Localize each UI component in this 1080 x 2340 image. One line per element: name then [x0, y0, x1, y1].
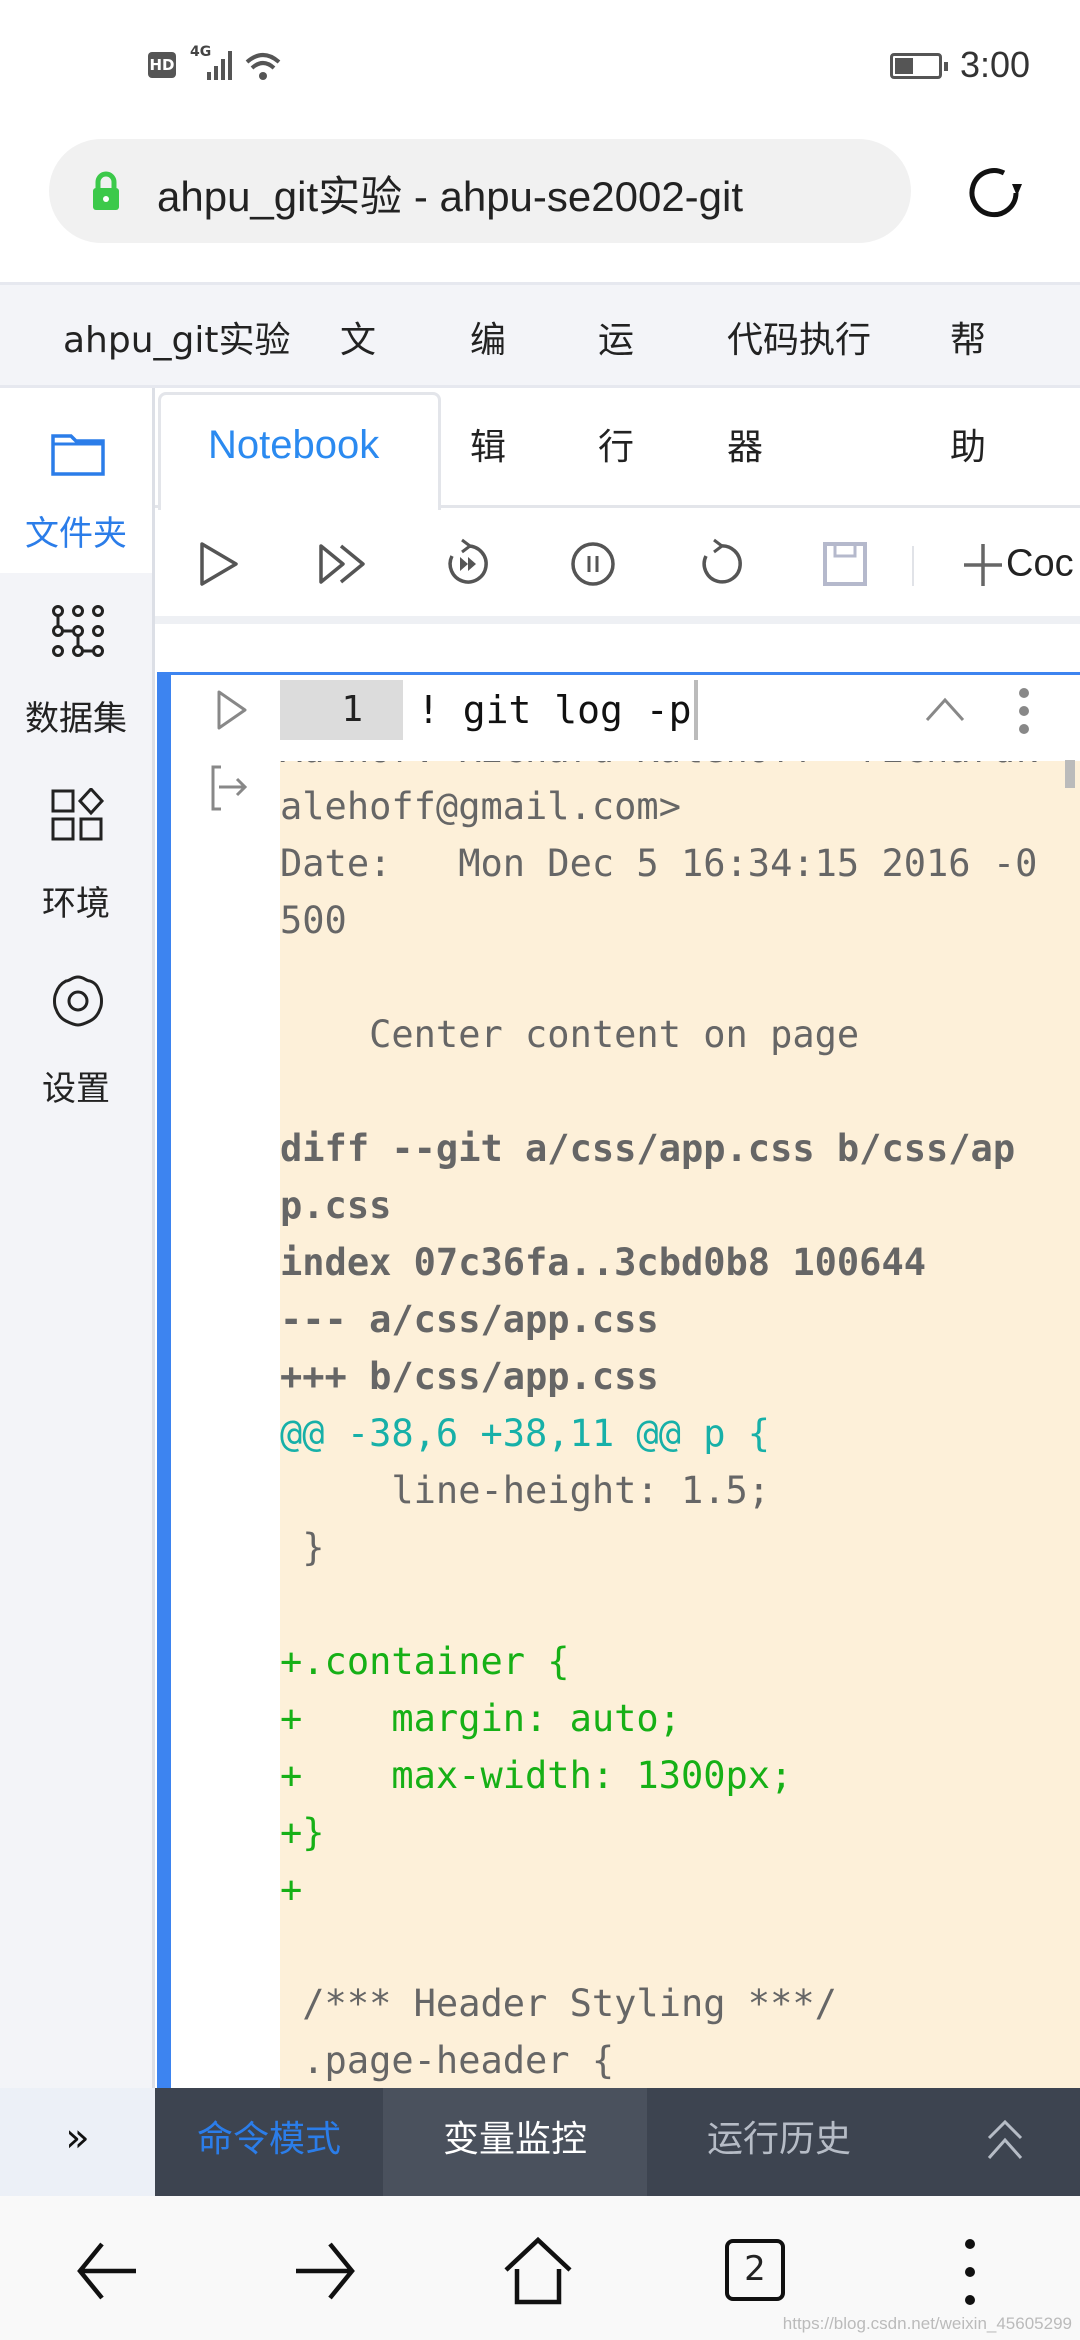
output-line: Center content on page	[280, 1013, 860, 1056]
tab-bar: Notebook 辑 行 器 助	[155, 390, 1080, 510]
battery-icon	[890, 53, 948, 79]
tab-notebook[interactable]: Notebook	[158, 392, 441, 510]
chevron-up-icon[interactable]	[923, 690, 967, 726]
run-cell-icon[interactable]	[190, 536, 246, 592]
output-line: /*** Header Styling ***/	[280, 1982, 837, 2025]
output-line: }	[280, 1526, 325, 1569]
more-menu-icon[interactable]	[935, 2236, 1005, 2306]
output-line: + margin: auto;	[280, 1697, 681, 1740]
more-vertical-icon[interactable]	[1017, 686, 1031, 736]
browser-nav-bar: 2 https://blog.csdn.net/weixin_45605299	[0, 2196, 1080, 2340]
hunk-context: p {	[680, 1412, 771, 1455]
output-line: ​	[280, 949, 1037, 1006]
sidebar-item-label: 环境	[42, 884, 110, 924]
menu-code-execution[interactable]: 代码执行	[727, 311, 871, 363]
save-icon[interactable]	[817, 536, 873, 592]
output-line: p.css	[280, 1184, 392, 1227]
cell-input: 1 ! git log -p	[171, 680, 1080, 758]
output-line: + max-width: 1300px;	[280, 1754, 793, 1797]
bottom-panel: » 命令模式 变量监控 运行历史	[0, 2088, 1080, 2196]
output-line: 500	[280, 899, 347, 942]
output-line: line-height: 1.5;	[280, 1469, 771, 1512]
reload-icon[interactable]	[960, 158, 1030, 228]
sidebar-item-label: 数据集	[25, 699, 127, 739]
plus-icon	[964, 544, 1002, 586]
tab-command-mode[interactable]: 命令模式	[155, 2088, 383, 2196]
project-name[interactable]: ahpu_git实验	[63, 311, 291, 363]
expand-sidebar-button[interactable]: »	[0, 2088, 155, 2196]
output-line: +.container {	[280, 1640, 570, 1683]
signal-wifi-icon	[207, 51, 281, 80]
dataset-icon	[52, 605, 104, 657]
lock-icon	[93, 171, 119, 210]
toolbar-divider	[912, 546, 914, 586]
output-line: ​	[280, 1918, 1037, 1975]
sidebar-item-folder[interactable]: 文件夹	[0, 388, 152, 573]
output-line: +	[280, 1868, 303, 1911]
notebook-cell[interactable]: 1 ! git log -p Author: Richard Kalehoff …	[157, 672, 1080, 2091]
forward-icon[interactable]	[290, 2236, 360, 2306]
restart-kernel-icon[interactable]	[692, 536, 748, 592]
sidebar-item-label: 设置	[42, 1069, 110, 1109]
output-line: index 07c36fa..3cbd0b8 100644	[280, 1241, 927, 1284]
hd-icon: HD	[148, 52, 176, 78]
tab-run-history[interactable]: 运行历史	[647, 2088, 911, 2196]
address-bar[interactable]: ahpu_git实验 - ahpu-se2002-git	[49, 139, 911, 243]
menu-bar: ahpu_git实验 文 编 运 代码执行 帮	[0, 282, 1080, 388]
settings-icon	[53, 975, 103, 1027]
watermark: https://blog.csdn.net/weixin_45605299	[782, 2314, 1072, 2333]
sidebar: 文件夹 数据集 环境 设置	[0, 388, 155, 2088]
output-line: Author: Richard Kalehoff <richardk	[280, 761, 1037, 778]
cell-output: Author: Richard Kalehoff <richardk alehof…	[280, 761, 1080, 2091]
run-cell-icon[interactable]	[211, 686, 251, 734]
interrupt-icon[interactable]	[565, 536, 621, 592]
home-icon[interactable]	[503, 2236, 573, 2306]
divider	[155, 616, 1080, 624]
menu-file[interactable]: 文	[340, 311, 376, 363]
menu-code-execution-wrap[interactable]: 器	[727, 418, 763, 470]
menu-run-wrap[interactable]: 行	[598, 418, 634, 470]
sidebar-item-environment[interactable]: 环境	[0, 758, 152, 943]
run-all-icon[interactable]	[315, 536, 371, 592]
menu-help[interactable]: 帮	[950, 311, 986, 363]
menu-run[interactable]: 运	[598, 311, 634, 363]
page-title: ahpu_git实验 - ahpu-se2002-git	[157, 173, 744, 220]
output-line: diff --git a/css/app.css b/css/ap	[280, 1127, 1016, 1170]
output-line: +++ b/css/app.css	[280, 1355, 659, 1398]
clock: 3:00	[960, 44, 1031, 85]
restart-run-all-icon[interactable]	[440, 536, 496, 592]
hunk-header: @@ -38,6 +38,11 @@	[280, 1412, 681, 1455]
back-icon[interactable]	[72, 2236, 142, 2306]
sidebar-item-settings[interactable]: 设置	[0, 943, 152, 1128]
tab-variable-monitor[interactable]: 变量监控	[383, 2088, 647, 2196]
output-line: ​	[280, 1576, 1037, 1633]
menu-help-wrap[interactable]: 助	[950, 418, 986, 470]
output-line: @@ -38,6 +38,11 @@ p {	[280, 1405, 1037, 1462]
output-line: alehoff@gmail.com>	[280, 785, 681, 828]
tab-label: Notebook	[208, 423, 380, 467]
environment-icon	[51, 788, 105, 841]
output-line: +}	[280, 1811, 325, 1854]
add-code-label: Coc	[1006, 542, 1074, 585]
folder-icon	[51, 434, 105, 476]
add-code-button[interactable]: Coc	[960, 536, 1074, 592]
sidebar-item-label: 文件夹	[25, 514, 127, 554]
tabs-button[interactable]: 2	[725, 2239, 785, 2301]
menu-edit[interactable]: 编	[470, 311, 506, 363]
status-bar: HD 4G 3:00	[0, 0, 1080, 130]
code-input[interactable]: ! git log -p	[417, 680, 698, 740]
output-line: Date: Mon Dec 5 16:34:15 2016 -0	[280, 842, 1038, 885]
sidebar-item-dataset[interactable]: 数据集	[0, 573, 152, 758]
output-line: ​	[280, 1063, 1037, 1120]
menu-edit-wrap[interactable]: 辑	[470, 418, 506, 470]
toolbar: Coc	[155, 508, 1080, 618]
output-scrollbar[interactable]	[1065, 760, 1075, 788]
output-line: .page-header {	[280, 2039, 615, 2082]
output-line: --- a/css/app.css	[280, 1298, 659, 1341]
double-chevron-up-icon[interactable]	[985, 2118, 1025, 2162]
output-icon	[211, 765, 248, 811]
line-number: 1	[280, 680, 403, 740]
